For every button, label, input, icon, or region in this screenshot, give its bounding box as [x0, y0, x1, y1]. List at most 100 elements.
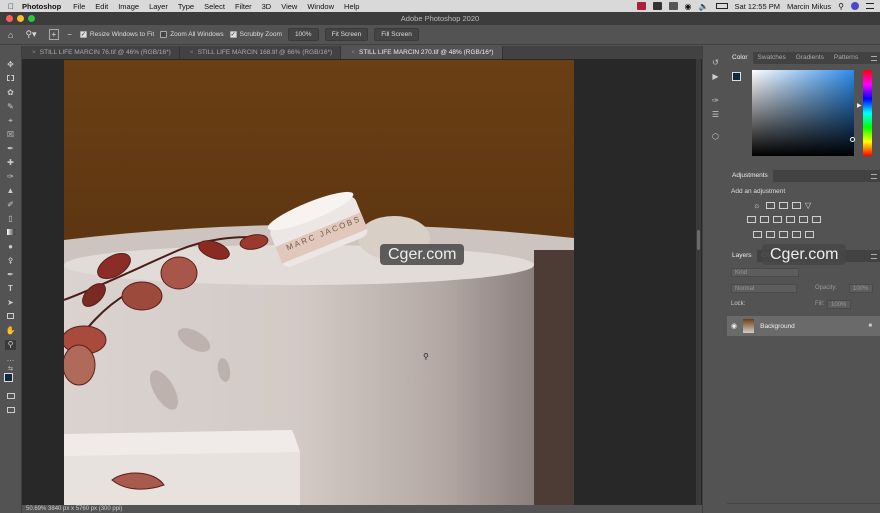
app-status-icon[interactable]	[652, 2, 662, 10]
gradient-map-icon[interactable]	[792, 231, 801, 238]
eyedropper-tool-icon[interactable]: ✒	[5, 144, 16, 154]
close-tab-icon[interactable]: ×	[190, 49, 194, 56]
3d-panel-icon[interactable]: ⬡	[710, 132, 721, 142]
close-tab-icon[interactable]: ×	[351, 49, 355, 56]
opacity-input[interactable]: 100%	[849, 284, 873, 293]
battery-icon[interactable]	[715, 3, 728, 9]
curves-icon[interactable]	[779, 202, 788, 209]
zoom-tool-icon[interactable]: ⚲	[5, 340, 16, 350]
brush-tool-icon[interactable]: ✑	[5, 172, 16, 182]
layer-name[interactable]: Background	[760, 323, 795, 330]
lasso-tool-icon[interactable]: ✿	[5, 88, 16, 98]
menu-type[interactable]: Type	[178, 2, 194, 11]
selective-color-icon[interactable]	[805, 231, 814, 238]
scrubby-zoom-checkbox[interactable]: ✓	[229, 31, 237, 38]
crop-tool-icon[interactable]: ⌖	[5, 116, 16, 126]
eraser-tool-icon[interactable]: ▯	[5, 214, 16, 224]
home-icon[interactable]: ⌂	[8, 30, 13, 40]
type-tool-icon[interactable]: T	[5, 284, 16, 294]
hue-slider[interactable]	[863, 70, 872, 156]
menu-3d[interactable]: 3D	[262, 2, 272, 11]
menu-edit[interactable]: Edit	[95, 2, 108, 11]
layer-row-background[interactable]: ◉ Background ■	[727, 316, 880, 336]
foreground-color-swatch[interactable]	[732, 72, 741, 81]
layer-kind-filter[interactable]: Kind	[731, 268, 799, 277]
menu-window[interactable]: Window	[307, 2, 334, 11]
quick-selection-tool-icon[interactable]: ✎	[5, 102, 16, 112]
hand-tool-icon[interactable]: ✋	[5, 326, 16, 336]
menu-filter[interactable]: Filter	[235, 2, 252, 11]
app-menu[interactable]: Photoshop	[22, 2, 61, 11]
move-tool-icon[interactable]: ✥	[5, 60, 16, 70]
menu-file[interactable]: File	[73, 2, 85, 11]
siri-icon[interactable]	[851, 2, 859, 10]
zoom-tool-icon[interactable]: ⚲▾	[25, 29, 36, 40]
posterize-icon[interactable]	[766, 231, 775, 238]
tab-color[interactable]: Color	[727, 52, 753, 64]
control-center-icon[interactable]	[866, 3, 874, 9]
fill-screen-button[interactable]: Fill Screen	[374, 28, 419, 41]
marquee-tool-icon[interactable]	[5, 74, 16, 84]
zoom-in-icon[interactable]: +	[48, 29, 60, 40]
channel-mixer-icon[interactable]	[799, 216, 808, 223]
rectangle-tool-icon[interactable]	[5, 312, 16, 322]
utility-icon[interactable]	[668, 2, 678, 10]
history-panel-icon[interactable]: ↺	[710, 58, 721, 68]
fill-input[interactable]: 100%	[827, 300, 851, 309]
more-tools-icon[interactable]: …	[5, 354, 16, 364]
levels-icon[interactable]	[766, 202, 775, 209]
actions-panel-icon[interactable]: ▶	[710, 72, 721, 82]
menu-layer[interactable]: Layer	[149, 2, 168, 11]
wifi-icon[interactable]: ◉	[685, 2, 692, 11]
blur-tool-icon[interactable]: ●	[5, 242, 16, 252]
menu-help[interactable]: Help	[344, 2, 359, 11]
color-lookup-icon[interactable]	[812, 216, 821, 223]
threshold-icon[interactable]	[779, 231, 788, 238]
hue-slider-handle[interactable]: ▶	[857, 102, 862, 109]
healing-brush-tool-icon[interactable]: ✚	[5, 158, 16, 168]
clock[interactable]: Sat 12:55 PM	[735, 2, 780, 11]
scrollbar-thumb[interactable]	[697, 230, 700, 250]
vibrance-icon[interactable]: ▽	[805, 202, 814, 210]
resize-windows-checkbox[interactable]: ✓	[79, 31, 87, 38]
layers-panel-menu-icon[interactable]	[871, 254, 877, 259]
fit-screen-button[interactable]: Fit Screen	[324, 28, 369, 41]
foreground-color-swatch[interactable]	[4, 373, 13, 382]
image-canvas[interactable]: MARC JACOBS	[64, 60, 574, 506]
clone-stamp-tool-icon[interactable]: ▲	[5, 186, 16, 196]
tab-swatches[interactable]: Swatches	[753, 52, 791, 64]
brush-panel-icon[interactable]: ✑	[710, 96, 721, 106]
adjustments-panel-menu-icon[interactable]	[871, 174, 877, 179]
apple-icon[interactable]: 	[8, 2, 14, 11]
menu-image[interactable]: Image	[118, 2, 139, 11]
flag-icon[interactable]	[636, 2, 646, 10]
eye-icon[interactable]: ◉	[731, 322, 737, 330]
tab-adjustments[interactable]: Adjustments	[727, 170, 773, 182]
tab-patterns[interactable]: Patterns	[829, 52, 863, 64]
tab-still-life-168[interactable]: × STILL LIFE MARCIN 168.tif @ 66% (RGB/16…	[180, 46, 342, 59]
path-selection-tool-icon[interactable]: ➤	[5, 298, 16, 308]
close-tab-icon[interactable]: ×	[32, 49, 36, 56]
color-picker-handle[interactable]	[850, 137, 855, 142]
gradient-tool-icon[interactable]	[5, 228, 16, 238]
tab-gradients[interactable]: Gradients	[791, 52, 829, 64]
color-field[interactable]	[752, 70, 854, 156]
blend-mode-select[interactable]: Normal	[731, 284, 797, 293]
screen-mode-icon[interactable]	[5, 406, 16, 416]
quick-mask-icon[interactable]	[5, 392, 16, 402]
search-icon[interactable]: ⚲	[838, 2, 844, 11]
exposure-icon[interactable]	[792, 202, 801, 209]
properties-panel-icon[interactable]: ☰	[710, 110, 721, 120]
pen-tool-icon[interactable]: ✒	[5, 270, 16, 280]
tab-layers[interactable]: Layers	[727, 250, 757, 262]
user-name[interactable]: Marcin Mikus	[787, 2, 831, 11]
minimize-window-button[interactable]	[17, 15, 24, 22]
hue-saturation-icon[interactable]	[747, 216, 756, 223]
color-balance-icon[interactable]	[760, 216, 769, 223]
menu-view[interactable]: View	[281, 2, 297, 11]
frame-tool-icon[interactable]: ☒	[5, 130, 16, 140]
tab-still-life-270[interactable]: × STILL LIFE MARCIN 270.tif @ 48% (RGB/16…	[341, 46, 503, 59]
color-panel-menu-icon[interactable]	[871, 56, 877, 61]
invert-icon[interactable]	[753, 231, 762, 238]
zoom-100-button[interactable]: 100%	[287, 28, 319, 41]
